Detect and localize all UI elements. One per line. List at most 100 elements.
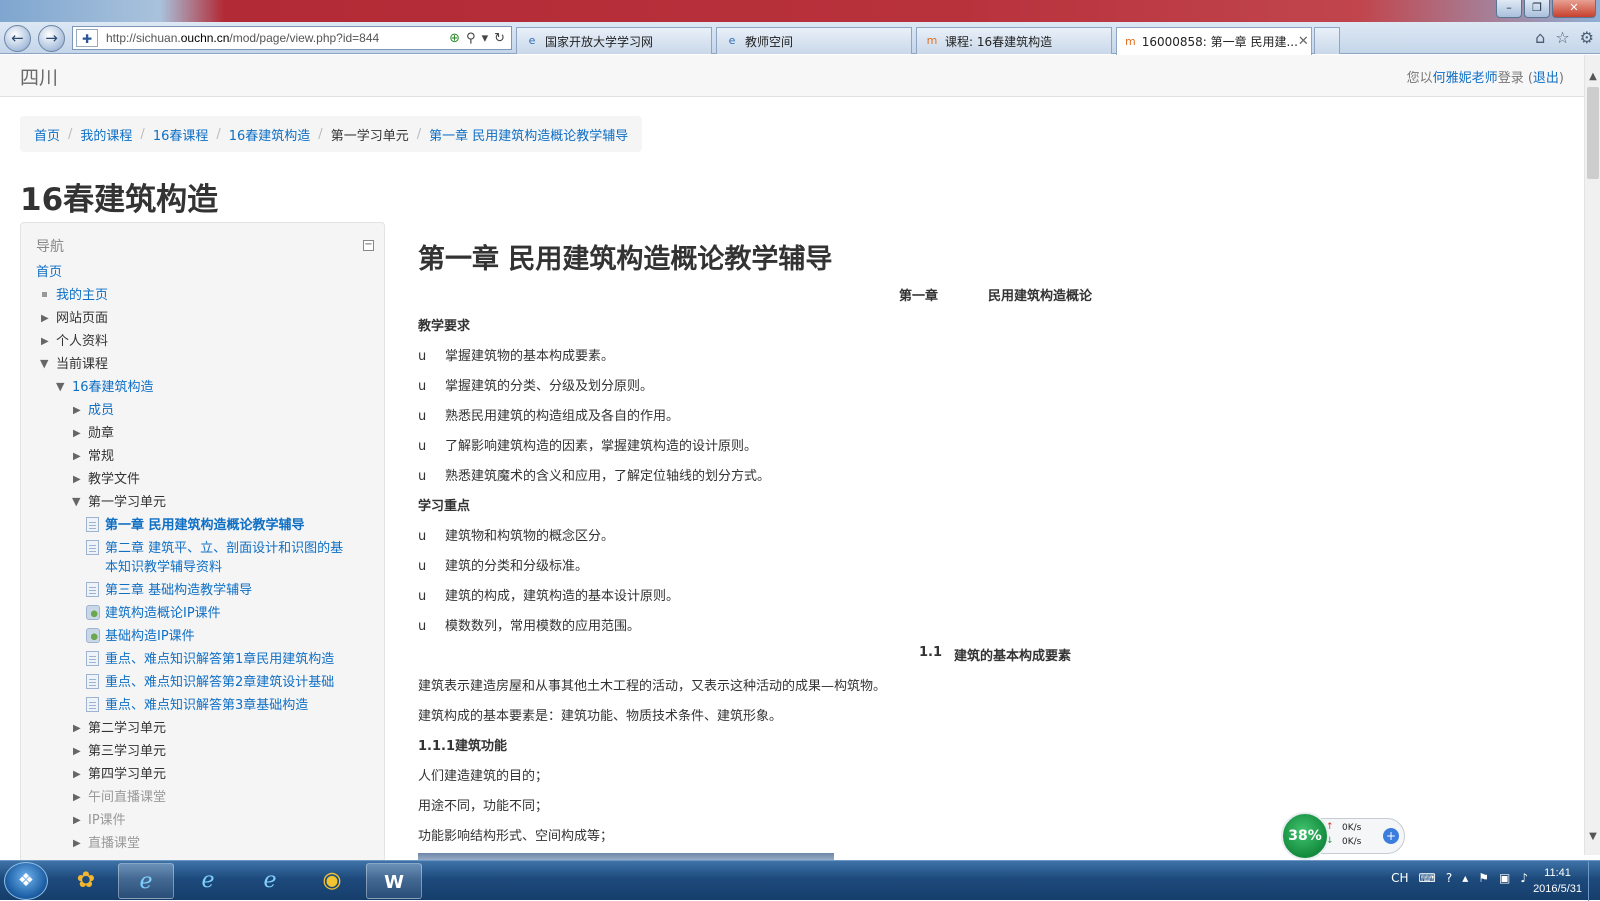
nav-faq-ch2[interactable]: 重点、难点知识解答第2章建筑设计基础 <box>86 673 334 693</box>
breadcrumb-separator: / <box>68 126 73 142</box>
taskbar-photo-app[interactable]: ✿ <box>58 863 114 899</box>
taskbar-ie-2[interactable]: ℯ <box>180 863 236 899</box>
memory-usage-percent[interactable]: 38% <box>1281 812 1329 860</box>
courseware-icon <box>86 628 100 643</box>
nav-participants[interactable]: ▶ 成员 <box>73 401 114 421</box>
nav-label: 网站页面 <box>56 311 109 326</box>
nav-noon-live[interactable]: ▶ 午间直播课堂 <box>73 788 166 808</box>
page-icon <box>86 674 99 689</box>
address-bar[interactable]: ✚ http://sichuan.ouchn.cn/mod/page/view.… <box>72 26 512 50</box>
nav-ip-courseware-1[interactable]: 建筑构造概论IP课件 <box>86 604 221 624</box>
back-button[interactable]: ← <box>4 25 31 52</box>
nav-chapter-3[interactable]: 第三章 基础构造教学辅导 <box>86 581 252 601</box>
taskbar-ie-active[interactable]: ℯ <box>118 863 174 899</box>
nav-badges[interactable]: ▶ 勋章 <box>73 424 115 444</box>
breadcrumb-course[interactable]: 16春建筑构造 <box>229 125 311 144</box>
page-icon <box>86 517 99 532</box>
user-profile-link[interactable]: 何雅妮老师 <box>1433 71 1498 86</box>
nav-home[interactable]: 首页 <box>36 263 62 283</box>
courseware-icon <box>86 605 100 620</box>
nav-profile[interactable]: ▶ 个人资料 <box>41 332 108 352</box>
nav-label: 本知识教学辅导资料 <box>105 560 223 575</box>
url-prefix: http://sichuan. <box>106 31 181 45</box>
requirement-item: u 熟悉民用建筑的构造组成及各自的作用。 <box>418 409 680 424</box>
nav-unit-2[interactable]: ▶ 第二学习单元 <box>73 719 166 739</box>
new-tab-button[interactable] <box>1314 27 1340 54</box>
restore-button[interactable]: ❐ <box>1524 0 1550 18</box>
scroll-up-icon[interactable]: ▲ <box>1585 69 1600 85</box>
start-button[interactable]: ❖ <box>4 862 48 900</box>
dropdown-icon[interactable]: ▾ <box>482 31 489 46</box>
nav-chapter-1-current[interactable]: 第一章 民用建筑构造概论教学辅导 <box>86 516 305 536</box>
addon-icon[interactable]: ⊕ <box>449 31 460 46</box>
expand-arrow-icon: ▶ <box>73 792 81 803</box>
expand-arrow-icon: ▶ <box>41 313 49 324</box>
expand-arrow-icon: ▶ <box>73 474 81 485</box>
nav-unit-3[interactable]: ▶ 第三学习单元 <box>73 742 166 762</box>
nav-site-pages[interactable]: ▶ 网站页面 <box>41 309 109 329</box>
forward-button[interactable]: → <box>38 25 65 52</box>
logout-link[interactable]: 退出 <box>1533 71 1559 86</box>
refresh-icon[interactable]: ↻ <box>494 31 505 46</box>
flag-icon[interactable]: ⚑ <box>1478 871 1489 885</box>
nav-ip-courseware-2[interactable]: 基础构造IP课件 <box>86 627 195 647</box>
taskbar-word[interactable]: W <box>366 863 422 899</box>
nav-course[interactable]: ▼ 16春建筑构造 <box>56 378 154 398</box>
tab-teacher-space[interactable]: e 教师空间 <box>716 27 912 54</box>
nav-ip-courseware[interactable]: ▶ IP课件 <box>73 811 126 831</box>
ie-page-icon: e <box>528 34 536 47</box>
show-desktop-button[interactable] <box>1588 861 1600 901</box>
network-monitor-widget[interactable]: ↑ 0K/s ↓ 0K/s + 38% <box>1281 812 1407 860</box>
download-speed: 0K/s <box>1342 837 1362 847</box>
nav-teaching-files[interactable]: ▶ 教学文件 <box>73 470 140 490</box>
nav-my-home[interactable]: 我的主页 <box>42 286 108 306</box>
system-clock[interactable]: 11:41 2016/5/31 <box>1533 865 1582 897</box>
input-language[interactable]: CH <box>1391 871 1408 885</box>
accelerate-plus-icon[interactable]: + <box>1383 828 1399 844</box>
nav-label: 勋章 <box>88 426 115 441</box>
network-icon[interactable]: ▣ <box>1499 871 1510 885</box>
bullet-icon <box>42 292 47 297</box>
search-icon[interactable]: ⚲ <box>466 31 476 46</box>
nav-faq-ch1[interactable]: 重点、难点知识解答第1章民用建筑构造 <box>86 650 334 670</box>
tab-course[interactable]: m 课程: 16春建筑构造 <box>916 27 1112 54</box>
collapse-arrow-icon: ▼ <box>56 380 65 393</box>
chapter-number: 第一章 <box>899 289 939 304</box>
close-button[interactable]: ✕ <box>1552 0 1596 18</box>
nav-faq-ch3[interactable]: 重点、难点知识解答第3章基础构造 <box>86 696 308 716</box>
tab-ouchn[interactable]: e 国家开放大学学习网 <box>516 27 712 54</box>
favorites-star-icon[interactable]: ☆ <box>1555 28 1569 47</box>
page-scrollbar[interactable]: ▲ ▼ <box>1584 55 1600 855</box>
tray-expand-icon[interactable]: ▴ <box>1462 871 1468 885</box>
home-icon[interactable]: ⌂ <box>1535 28 1545 47</box>
settings-gear-icon[interactable]: ⚙ <box>1580 28 1594 47</box>
breadcrumb-my-courses[interactable]: 我的课程 <box>80 125 132 144</box>
nav-unit-4[interactable]: ▶ 第四学习单元 <box>73 765 166 785</box>
nav-live-class[interactable]: ▶ 直播课堂 <box>73 834 140 854</box>
nav-general[interactable]: ▶ 常规 <box>73 447 114 467</box>
taskbar-ie-3[interactable]: ℯ <box>242 863 298 899</box>
help-icon[interactable]: ? <box>1446 871 1452 885</box>
breadcrumb-home[interactable]: 首页 <box>34 125 60 144</box>
scroll-down-icon[interactable]: ▼ <box>1585 829 1600 845</box>
tab-label: 教师空间 <box>745 34 794 49</box>
minimize-button[interactable]: – <box>1496 0 1522 18</box>
site-name[interactable]: 四川 <box>20 63 58 90</box>
paragraph: 人们建造建筑的目的； <box>418 769 549 784</box>
keyboard-icon[interactable]: ⌨ <box>1418 871 1435 885</box>
taskbar-chrome[interactable]: ◉ <box>304 863 360 899</box>
nav-current-courses[interactable]: ▼ 当前课程 <box>40 355 108 375</box>
scroll-thumb[interactable] <box>1587 87 1599 179</box>
compat-view-icon[interactable]: ✚ <box>76 29 98 47</box>
breadcrumb-page[interactable]: 第一章 民用建筑构造概论教学辅导 <box>429 125 628 144</box>
address-url[interactable]: http://sichuan.ouchn.cn/mod/page/view.ph… <box>106 31 416 45</box>
breadcrumb-category[interactable]: 16春课程 <box>153 125 209 144</box>
nav-unit-1[interactable]: ▼ 第一学习单元 <box>72 493 166 513</box>
tab-current-page[interactable]: m 16000858: 第一章 民用建... ✕ <box>1116 27 1312 55</box>
nav-chapter-2[interactable]: 第二章 建筑平、立、剖面设计和识图的基 <box>86 539 343 559</box>
nav-chapter-2-cont[interactable]: 本知识教学辅导资料 <box>105 558 222 578</box>
volume-icon[interactable]: ♪ <box>1520 871 1528 885</box>
tab-close-icon[interactable]: ✕ <box>1298 34 1309 49</box>
network-speed-box: ↑ 0K/s ↓ 0K/s + <box>1317 818 1405 854</box>
collapse-block-icon[interactable]: − <box>363 240 374 251</box>
